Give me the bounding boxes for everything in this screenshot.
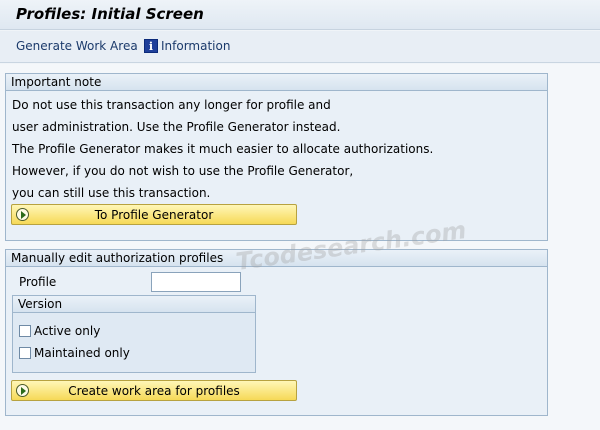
- version-group: Version Active only Maintained only: [12, 295, 256, 373]
- title-bar: Profiles: Initial Screen: [0, 0, 600, 30]
- create-work-area-label: Create work area for profiles: [68, 384, 240, 398]
- maintained-only-label: Maintained only: [34, 346, 130, 360]
- to-profile-generator-button[interactable]: To Profile Generator: [11, 204, 297, 225]
- create-work-area-button[interactable]: Create work area for profiles: [11, 380, 297, 401]
- important-note-header: Important note: [6, 74, 547, 91]
- maintained-only-checkbox[interactable]: [19, 347, 31, 359]
- active-only-label: Active only: [34, 324, 101, 338]
- generate-work-area-button[interactable]: Generate Work Area: [16, 39, 138, 53]
- note-line-4: However, if you do not wish to use the P…: [12, 164, 354, 178]
- profile-label: Profile: [19, 275, 57, 289]
- version-header: Version: [13, 296, 255, 313]
- active-only-option[interactable]: Active only: [19, 324, 100, 338]
- info-icon: i: [144, 39, 158, 53]
- manual-edit-group: Manually edit authorization profiles Pro…: [5, 249, 548, 416]
- page-title: Profiles: Initial Screen: [16, 5, 204, 23]
- active-only-checkbox[interactable]: [19, 325, 31, 337]
- main-content: Important note Do not use this transacti…: [0, 64, 600, 430]
- note-line-5: you can still use this transaction.: [12, 186, 211, 200]
- maintained-only-option[interactable]: Maintained only: [19, 346, 130, 360]
- note-line-3: The Profile Generator makes it much easi…: [12, 142, 434, 156]
- information-label: Information: [161, 39, 231, 53]
- important-note-group: Important note Do not use this transacti…: [5, 73, 548, 241]
- note-line-2: user administration. Use the Profile Gen…: [12, 120, 341, 134]
- profile-input[interactable]: [151, 272, 241, 292]
- to-profile-generator-label: To Profile Generator: [94, 208, 214, 222]
- note-line-1: Do not use this transaction any longer f…: [12, 98, 331, 112]
- information-button[interactable]: i Information: [144, 39, 230, 53]
- application-toolbar: Generate Work Area i Information: [0, 31, 600, 63]
